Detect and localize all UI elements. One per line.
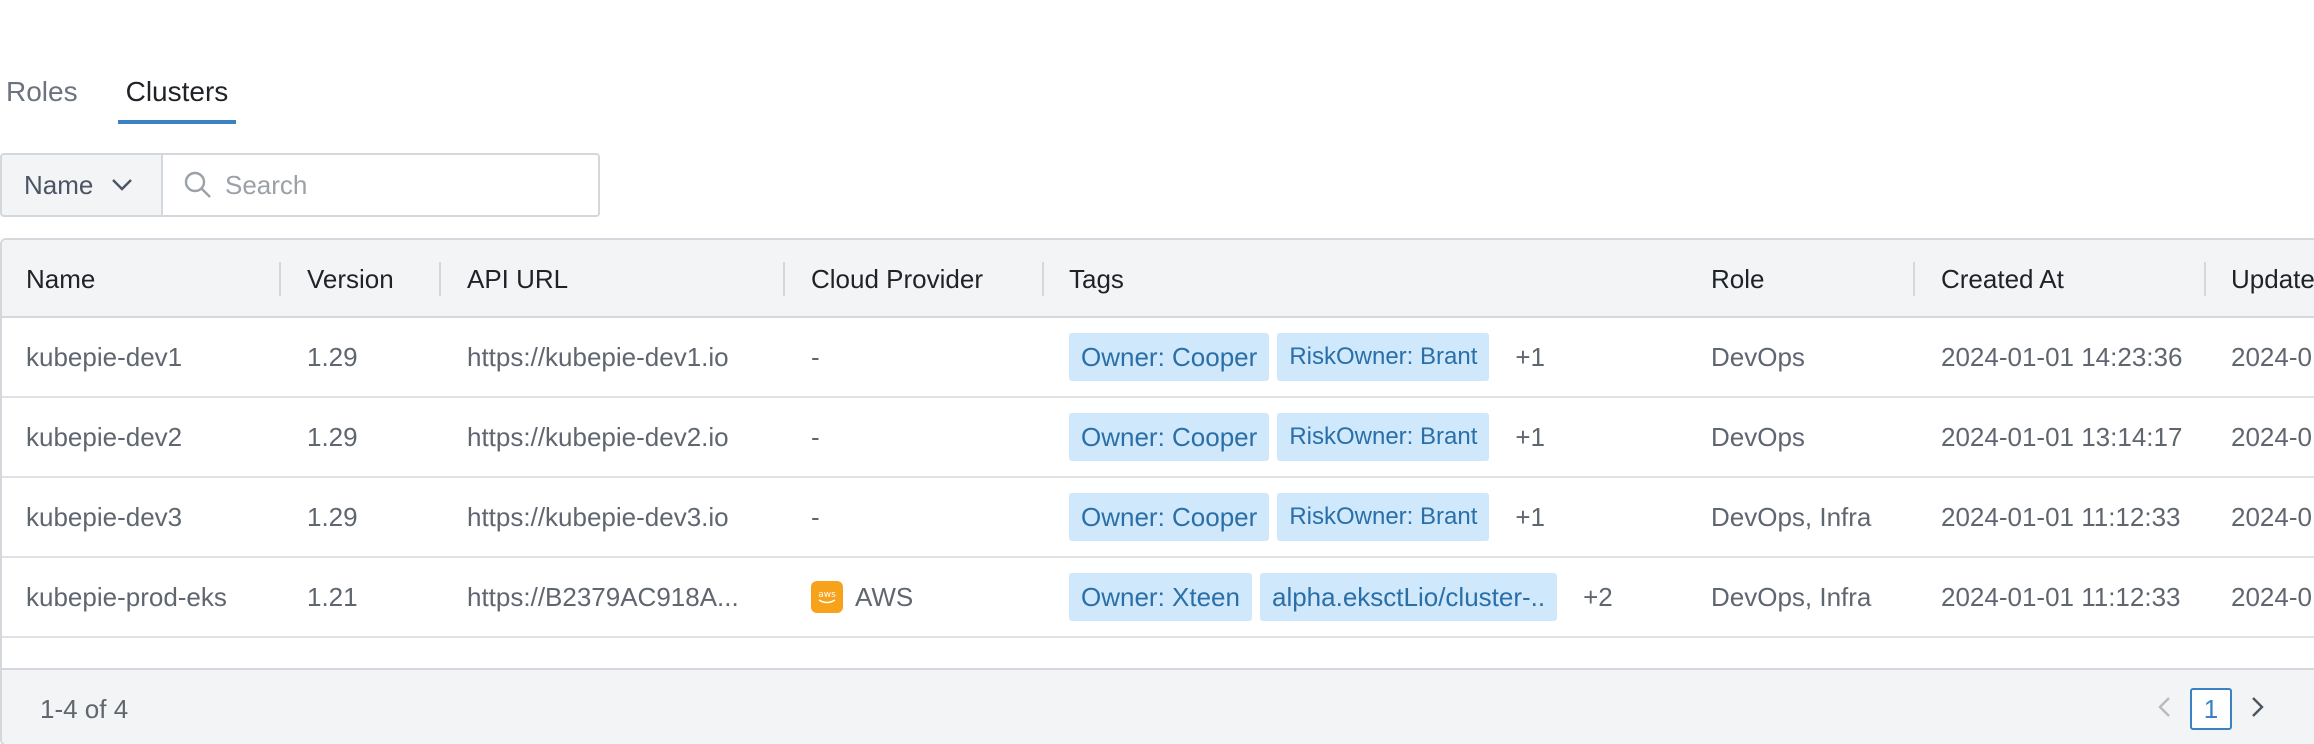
cell-updated-at: 2024-0 <box>2231 421 2312 452</box>
tag-badge: Owner: Xteen <box>1069 573 1252 621</box>
tab-bar: Roles Clusters <box>0 66 270 124</box>
clusters-table: Name Version API URL Cloud Provider Tags… <box>0 238 2314 744</box>
cell-created-at: 2024-01-01 11:12:33 <box>1941 581 2181 612</box>
column-resizer[interactable] <box>439 262 441 296</box>
tag-badge: Owner: Cooper <box>1069 493 1270 541</box>
search-box <box>163 153 600 217</box>
cell-tags: Owner: Cooper RiskOwner: Brant +1 <box>1069 398 1545 476</box>
table-footer: 1-4 of 4 1 <box>2 668 2314 744</box>
table-row[interactable]: kubepie-dev1 1.29 https://kubepie-dev1.i… <box>2 318 2314 398</box>
cell-role: DevOps, Infra <box>1711 581 1872 612</box>
tag-badge: Owner: Cooper <box>1069 333 1270 381</box>
cell-provider: - <box>811 341 820 372</box>
provider-label: AWS <box>855 581 914 612</box>
cell-version: 1.29 <box>307 341 358 372</box>
column-header-role[interactable]: Role <box>1711 240 1764 318</box>
clusters-page: Roles Clusters Name Name Version API URL… <box>0 0 2314 744</box>
cell-tags: Owner: Cooper RiskOwner: Brant +1 <box>1069 478 1545 556</box>
cell-api-url: https://kubepie-dev2.io <box>467 421 729 452</box>
tag-badge: alpha.eksctLio/cluster-.. <box>1259 573 1558 621</box>
cell-version: 1.29 <box>307 421 358 452</box>
cell-created-at: 2024-01-01 11:12:33 <box>1941 501 2181 532</box>
cell-updated-at: 2024-0 <box>2231 581 2312 612</box>
next-page-button[interactable] <box>2244 689 2272 729</box>
more-tags-count[interactable]: +1 <box>1515 502 1545 533</box>
svg-text:aws: aws <box>818 590 836 600</box>
cell-role: DevOps <box>1711 421 1805 452</box>
cell-name[interactable]: kubepie-dev3 <box>26 478 182 556</box>
table-row[interactable]: kubepie-prod-eks 1.21 https://B2379AC918… <box>2 558 2314 638</box>
cell-updated-at: 2024-0 <box>2231 341 2312 372</box>
cell-api-url: https://kubepie-dev1.io <box>467 341 729 372</box>
chevron-left-icon <box>2157 696 2171 723</box>
cell-updated-at: 2024-0 <box>2231 501 2312 532</box>
column-resizer[interactable] <box>1042 262 1044 296</box>
pagination-range: 1-4 of 4 <box>40 693 129 724</box>
column-header-name[interactable]: Name <box>26 240 95 318</box>
cell-tags: Owner: Cooper RiskOwner: Brant +1 <box>1069 318 1545 396</box>
table-row[interactable]: kubepie-dev3 1.29 https://kubepie-dev3.i… <box>2 478 2314 558</box>
column-header-cloud-provider[interactable]: Cloud Provider <box>811 240 983 318</box>
column-header-created-at[interactable]: Created At <box>1941 240 2064 318</box>
cell-tags: Owner: Xteen alpha.eksctLio/cluster-.. +… <box>1069 558 1613 636</box>
cell-api-url: https://kubepie-dev3.io <box>467 501 729 532</box>
table-header: Name Version API URL Cloud Provider Tags… <box>2 240 2314 318</box>
pagination: 1 <box>2150 670 2272 744</box>
page-number-button[interactable]: 1 <box>2190 688 2232 730</box>
cell-name[interactable]: kubepie-dev2 <box>26 398 182 476</box>
column-resizer[interactable] <box>1913 262 1915 296</box>
more-tags-count[interactable]: +1 <box>1515 342 1545 373</box>
cell-name[interactable]: kubepie-prod-eks <box>26 558 227 636</box>
tag-badge: RiskOwner: Brant <box>1277 333 1490 381</box>
cell-role: DevOps <box>1711 341 1805 372</box>
cell-name[interactable]: kubepie-dev1 <box>26 318 182 396</box>
tag-badge: Owner: Cooper <box>1069 413 1270 461</box>
column-header-version[interactable]: Version <box>307 240 394 318</box>
more-tags-count[interactable]: +1 <box>1515 422 1545 453</box>
column-header-tags[interactable]: Tags <box>1069 240 1124 318</box>
cell-version: 1.21 <box>307 581 358 612</box>
cell-provider: - <box>811 421 820 452</box>
tab-roles[interactable]: Roles <box>0 66 84 124</box>
tab-clusters[interactable]: Clusters <box>117 66 237 124</box>
more-tags-count[interactable]: +2 <box>1583 582 1613 613</box>
cell-role: DevOps, Infra <box>1711 501 1872 532</box>
chevron-down-icon <box>111 178 133 192</box>
column-header-api-url[interactable]: API URL <box>467 240 568 318</box>
search-field-label: Name <box>24 169 94 200</box>
cell-version: 1.29 <box>307 501 358 532</box>
search-field-select[interactable]: Name <box>0 153 163 217</box>
tag-badge: RiskOwner: Brant <box>1277 413 1490 461</box>
tag-badge: RiskOwner: Brant <box>1277 493 1490 541</box>
search-icon <box>183 170 213 200</box>
cell-provider: - <box>811 501 820 532</box>
column-resizer[interactable] <box>783 262 785 296</box>
aws-icon: aws <box>811 581 843 613</box>
cell-api-url: https://B2379AC918A... <box>467 581 739 612</box>
cell-created-at: 2024-01-01 13:14:17 <box>1941 421 2183 452</box>
column-header-updated-at[interactable]: Updated At <box>2231 240 2314 318</box>
column-resizer[interactable] <box>2204 262 2206 296</box>
column-resizer[interactable] <box>279 262 281 296</box>
prev-page-button[interactable] <box>2150 689 2178 729</box>
search-input[interactable] <box>225 169 585 201</box>
table-row[interactable]: kubepie-dev2 1.29 https://kubepie-dev2.i… <box>2 398 2314 478</box>
cell-provider: aws AWS <box>811 558 913 636</box>
search-bar: Name <box>0 153 600 217</box>
cell-created-at: 2024-01-01 14:23:36 <box>1941 341 2183 372</box>
chevron-right-icon <box>2251 696 2265 723</box>
